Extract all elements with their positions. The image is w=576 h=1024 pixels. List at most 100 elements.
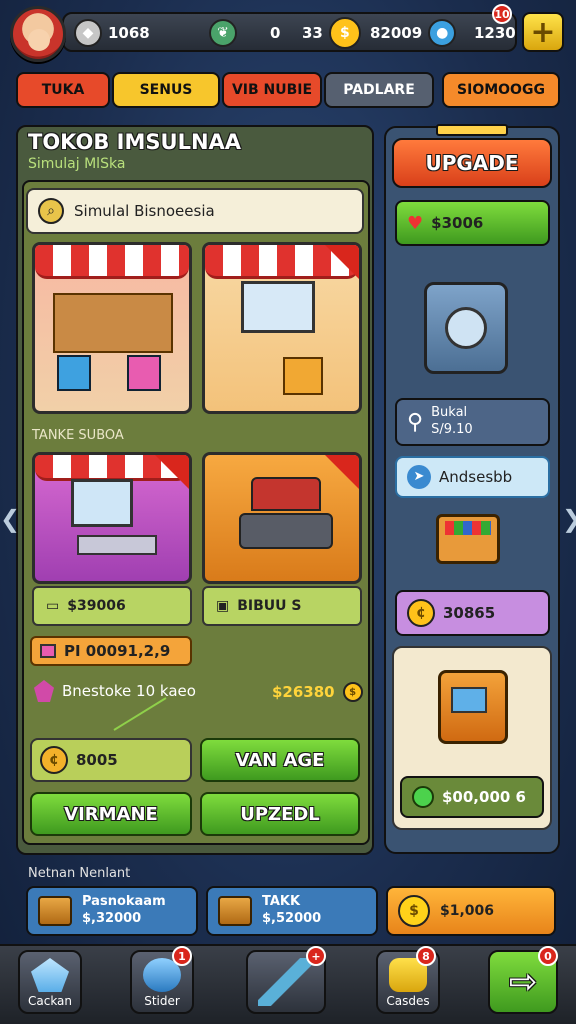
- tab-senus[interactable]: SENUS: [112, 72, 220, 108]
- addon-row[interactable]: ➤ Andsesbb: [395, 456, 550, 498]
- coins-value: 30865: [443, 604, 496, 622]
- add-currency-button[interactable]: +: [522, 12, 564, 52]
- shop-card-stall[interactable]: [32, 242, 192, 414]
- info-text: Simulal Bisnoeesia: [74, 202, 215, 220]
- crystal-icon: [31, 958, 69, 992]
- build-value: S/9.10: [431, 422, 473, 437]
- section-label: TANKE SUBOA: [32, 428, 124, 443]
- nav-badge-2: 1: [172, 946, 192, 966]
- gold-coin-icon-3: $: [398, 895, 430, 927]
- info-bar: ⌕ Simulal Bisnoeesia: [26, 188, 364, 234]
- blue-box: [57, 355, 91, 391]
- computer-screen: [71, 479, 133, 527]
- nav-badge-5: 0: [538, 946, 558, 966]
- tab-siomoogg[interactable]: SIOMOOGG: [442, 72, 560, 108]
- price-bar-computer: ▭ $39006: [32, 586, 192, 626]
- green-gem-icon: [412, 786, 434, 808]
- income-value: $00,000 6: [442, 788, 526, 806]
- stock-value-text: $26380: [272, 683, 335, 701]
- tab-tuka[interactable]: TUKA: [16, 72, 110, 108]
- upgrade-cost-row[interactable]: ♥ $3006: [395, 200, 550, 246]
- progress-arrow-icon: [113, 697, 167, 731]
- price-cart: BIBUU S: [237, 598, 302, 614]
- globe-icon: ●: [428, 19, 457, 47]
- shop-card-computer[interactable]: [32, 452, 192, 584]
- coin-stat: 33 $: [302, 17, 361, 49]
- nav-label-4: Casdes: [386, 994, 430, 1008]
- build-label: Bukal: [431, 405, 468, 421]
- gem-pink-icon: [34, 680, 54, 702]
- upgrade-panel-tab: [436, 124, 508, 136]
- slot2-title: TAKK: [262, 894, 301, 910]
- hammer-icon: [258, 958, 314, 1006]
- box-icon: ▣: [216, 598, 230, 614]
- gold-coin-icon: ¢: [40, 746, 68, 774]
- pos-machine-icon: [438, 670, 508, 744]
- bottom-section-label: Netnan Nenlant: [28, 866, 131, 881]
- level-count: 1230: [474, 24, 516, 42]
- pink-box: [127, 355, 161, 391]
- manage-button[interactable]: VAN AGE: [200, 738, 360, 782]
- price-bar-cart: ▣ BIBUU S: [202, 586, 362, 626]
- slot2-value: $,52000: [262, 911, 322, 926]
- resource-bar: ◆ 1068 ❦ 0 33 $ 82009 ● 1230: [62, 12, 517, 52]
- nav-badge-4: 8: [416, 946, 436, 966]
- price-computer: $39006: [67, 598, 126, 614]
- gem-icon: ◆: [74, 19, 102, 47]
- right-arrow-icon[interactable]: ❯: [562, 505, 576, 545]
- timer-counter: PI 00091,2,9: [30, 636, 192, 666]
- coin-count: 8005: [76, 751, 118, 769]
- upgrade-cost: $3006: [431, 214, 484, 232]
- player-avatar[interactable]: [10, 6, 66, 62]
- crate-icon: [38, 896, 72, 926]
- upgrade-shop-button[interactable]: UPZEDL: [200, 792, 360, 836]
- income-row: $00,000 6: [400, 776, 544, 818]
- left-arrow-icon[interactable]: ❮: [0, 505, 20, 545]
- heart-icon: ♥: [407, 212, 424, 234]
- info-slot-3[interactable]: $ $1,006: [386, 886, 556, 936]
- coin-count-box: ¢ 8005: [30, 738, 192, 782]
- tv-screen: [241, 281, 315, 333]
- cash-stat: 82009 ●: [370, 19, 457, 47]
- notification-badge: 10: [492, 4, 512, 24]
- timer-value: PI 00091,2,9: [64, 642, 171, 660]
- panel-title: TOKOB IMSULNAA: [28, 130, 242, 154]
- display-icon: [40, 644, 56, 658]
- right-arrow-nav-icon: ⇨: [508, 962, 538, 1002]
- send-icon: ➤: [407, 465, 431, 489]
- shop-card-screen[interactable]: [202, 242, 362, 414]
- nav-badge-3: +: [306, 946, 326, 966]
- cart-base: [239, 513, 333, 549]
- info-slot-2[interactable]: TAKK $,52000: [206, 886, 378, 936]
- nav-cackan[interactable]: Cackan: [18, 950, 82, 1014]
- safe-icon: [424, 282, 508, 374]
- gem-stat: ◆ 1068: [74, 19, 150, 47]
- build-info-row: ⚲ Bukal S/9.10: [395, 398, 550, 446]
- upgrade-button[interactable]: UPGADE: [392, 138, 552, 188]
- panel-subtitle: Simulaj MlSka: [28, 156, 126, 172]
- addon-label: Andsesbb: [439, 468, 513, 486]
- toolbox-icon: [436, 514, 500, 564]
- rename-button[interactable]: VIRMANE: [30, 792, 192, 836]
- slot1-title: Pasnokaam: [82, 894, 166, 910]
- info-slot-1[interactable]: Pasnokaam $,32000: [26, 886, 198, 936]
- slot1-value: $,32000: [82, 911, 142, 926]
- magnifier-icon: ⌕: [38, 198, 64, 224]
- shop-card-cart[interactable]: [202, 452, 362, 584]
- gold-coin-icon-2: ¢: [407, 599, 435, 627]
- nav-label-2: Stider: [144, 994, 180, 1008]
- nav-label-1: Cackan: [27, 994, 73, 1008]
- crate-icon-2: [218, 896, 252, 926]
- stock-value: $26380 $: [272, 682, 363, 702]
- tab-vib-nubie[interactable]: VIB NUBIE: [222, 72, 322, 108]
- level-stat: 1230: [474, 19, 516, 47]
- cash-icon: ▭: [46, 598, 60, 614]
- coin-small-count: 33: [302, 24, 323, 42]
- coins-row: ¢ 30865: [395, 590, 550, 636]
- tab-padlare[interactable]: PADLARE: [324, 72, 434, 108]
- hot-ribbon-3: [321, 455, 359, 493]
- keyboard: [77, 535, 157, 555]
- cart-canopy: [251, 477, 321, 511]
- gem-count: 1068: [108, 24, 150, 42]
- crate-box: [283, 357, 323, 395]
